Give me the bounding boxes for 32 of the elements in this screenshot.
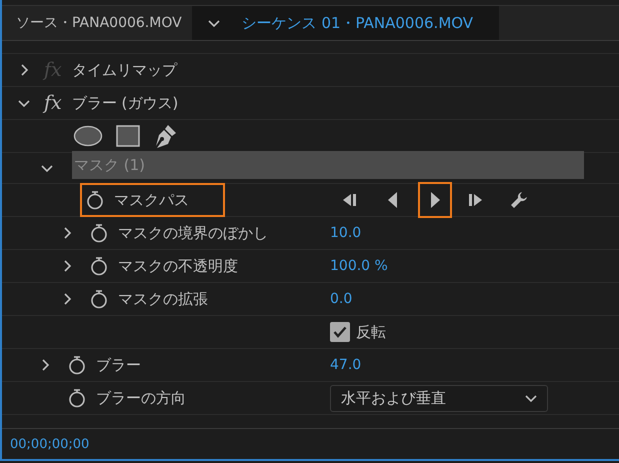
property-value[interactable]: 0.0 <box>330 291 352 307</box>
checkbox[interactable] <box>330 322 350 342</box>
property-value[interactable]: 10.0 <box>330 225 362 241</box>
property-name: マスクの境界のぼかし <box>118 224 268 242</box>
stopwatch-icon[interactable] <box>90 256 108 276</box>
panel-tab[interactable]: シーケンス 01・PANA0006.MOV <box>192 6 500 40</box>
stopwatch-icon[interactable] <box>68 388 86 408</box>
ellipse-mask-icon[interactable] <box>73 125 103 147</box>
rectangle-mask-icon[interactable] <box>116 125 140 147</box>
property-name: マスクパス <box>114 190 189 210</box>
property-value[interactable]: 47.0 <box>330 357 362 373</box>
effect-name: タイムリマップ <box>72 60 177 80</box>
pen-icon[interactable] <box>154 123 178 149</box>
stopwatch-icon[interactable] <box>86 190 104 210</box>
dropdown[interactable]: 水平および垂直 <box>330 384 548 412</box>
checkmark-icon <box>333 326 347 338</box>
stopwatch-icon[interactable] <box>68 355 86 375</box>
property-value[interactable]: 100.0 % <box>330 258 388 274</box>
mask-name: マスク (1) <box>74 156 146 174</box>
timecode[interactable]: 00;00;00;00 <box>10 436 90 452</box>
stopwatch-icon[interactable] <box>90 223 108 243</box>
property-name: マスクの拡張 <box>118 290 208 308</box>
wrench-icon <box>510 191 528 209</box>
checkbox-label[interactable]: 反転 <box>356 322 386 342</box>
stopwatch-icon[interactable] <box>90 289 108 309</box>
effect-name: ブラー (ガウス) <box>72 94 178 112</box>
transport-button[interactable] <box>418 182 452 218</box>
panel-tab[interactable]: ソース・PANA0006.MOV <box>2 6 192 40</box>
fx-toggle[interactable]: fx <box>44 94 62 112</box>
property-name: マスクの不透明度 <box>118 256 238 276</box>
property-name: ブラーの方向 <box>96 388 186 408</box>
property-name: ブラー <box>96 356 141 374</box>
